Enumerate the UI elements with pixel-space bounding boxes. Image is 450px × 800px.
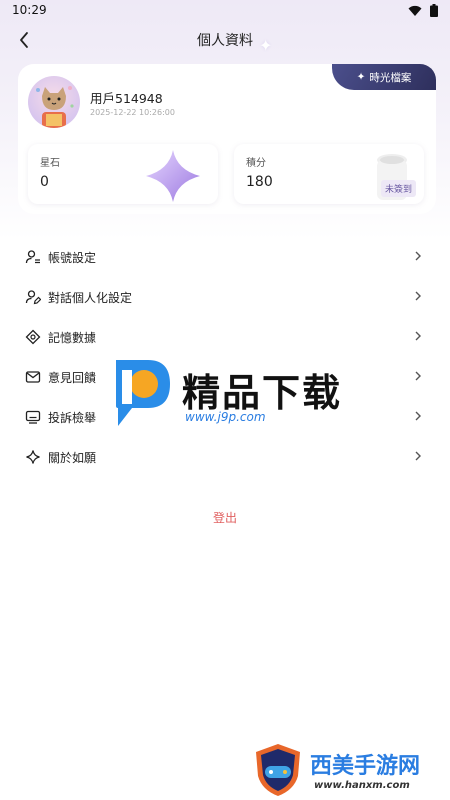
user-edit-icon — [25, 290, 41, 305]
points-card[interactable]: 積分 180 未簽到 — [234, 144, 424, 204]
menu-item-chat-personalization[interactable]: 對話個人化設定 — [0, 276, 450, 316]
menu-item-about[interactable]: 關於如願 — [0, 436, 450, 476]
menu-item-memory-data[interactable]: 記憶數據 — [0, 316, 450, 356]
watermark-j9p: 精品下载 www.j9p.com — [108, 356, 358, 432]
points-label: 積分 — [246, 158, 266, 169]
menu-label: 帳號設定 — [48, 251, 97, 265]
chevron-right-icon — [415, 371, 421, 381]
page-title: 個人資料 — [197, 33, 253, 49]
chevron-right-icon — [415, 251, 421, 261]
status-icons — [408, 4, 438, 17]
menu-label: 投訴檢舉 — [48, 411, 97, 425]
time-archive-button[interactable]: ✦ 時光檔案 — [332, 64, 436, 90]
stones-card[interactable]: 星石 0 — [28, 144, 218, 204]
logout-button[interactable]: 登出 — [0, 509, 450, 526]
points-value: 180 — [246, 174, 273, 190]
profile-timestamp: 2025-12-22 10:26:00 — [90, 108, 175, 117]
chevron-right-icon — [415, 451, 421, 461]
avatar[interactable] — [28, 76, 80, 128]
watermark-url: www.j9p.com — [185, 410, 266, 424]
menu-label: 記憶數據 — [48, 331, 97, 345]
memory-icon — [25, 329, 41, 345]
time-archive-label: 時光檔案 — [369, 71, 412, 84]
star-stone-icon — [146, 150, 200, 202]
sparkle-decoration-icon: ✦ — [259, 36, 273, 55]
stones-value: 0 — [40, 174, 49, 190]
checkin-badge[interactable]: 未簽到 — [380, 180, 416, 197]
chevron-right-icon — [415, 331, 421, 341]
battery-icon — [430, 4, 438, 17]
j9p-logo-icon — [116, 360, 170, 426]
sparkle-icon: ✦ — [356, 71, 366, 83]
chevron-right-icon — [415, 411, 421, 421]
menu-label: 關於如願 — [48, 451, 97, 465]
menu-label: 意見回饋 — [48, 371, 97, 385]
chevron-right-icon — [415, 291, 421, 301]
wifi-icon — [408, 5, 422, 17]
user-settings-icon — [25, 250, 40, 264]
menu-label: 對話個人化設定 — [48, 291, 133, 305]
watermark-title: 精品下载 — [182, 371, 343, 415]
mail-icon — [25, 371, 41, 383]
status-time: 10:29 — [12, 3, 47, 17]
profile-card: ✦ 時光檔案 用戶514948 2025-12-22 10:26:00 星石 0 — [18, 64, 436, 214]
username: 用戶514948 — [90, 91, 163, 106]
top-nav: 個人資料 ✦ — [0, 22, 450, 58]
sparkle-icon — [26, 450, 40, 464]
menu-item-account-settings[interactable]: 帳號設定 — [0, 236, 450, 276]
status-bar: 10:29 — [0, 0, 450, 22]
watermark-url: www.hanxm.com — [314, 780, 410, 791]
watermark-hanxm: 西美手游网 www.hanxm.com — [252, 742, 450, 800]
watermark-title: 西美手游网 — [310, 754, 421, 779]
report-icon — [25, 410, 41, 424]
stones-label: 星石 — [40, 158, 60, 169]
gamepad-shield-icon — [256, 744, 300, 796]
